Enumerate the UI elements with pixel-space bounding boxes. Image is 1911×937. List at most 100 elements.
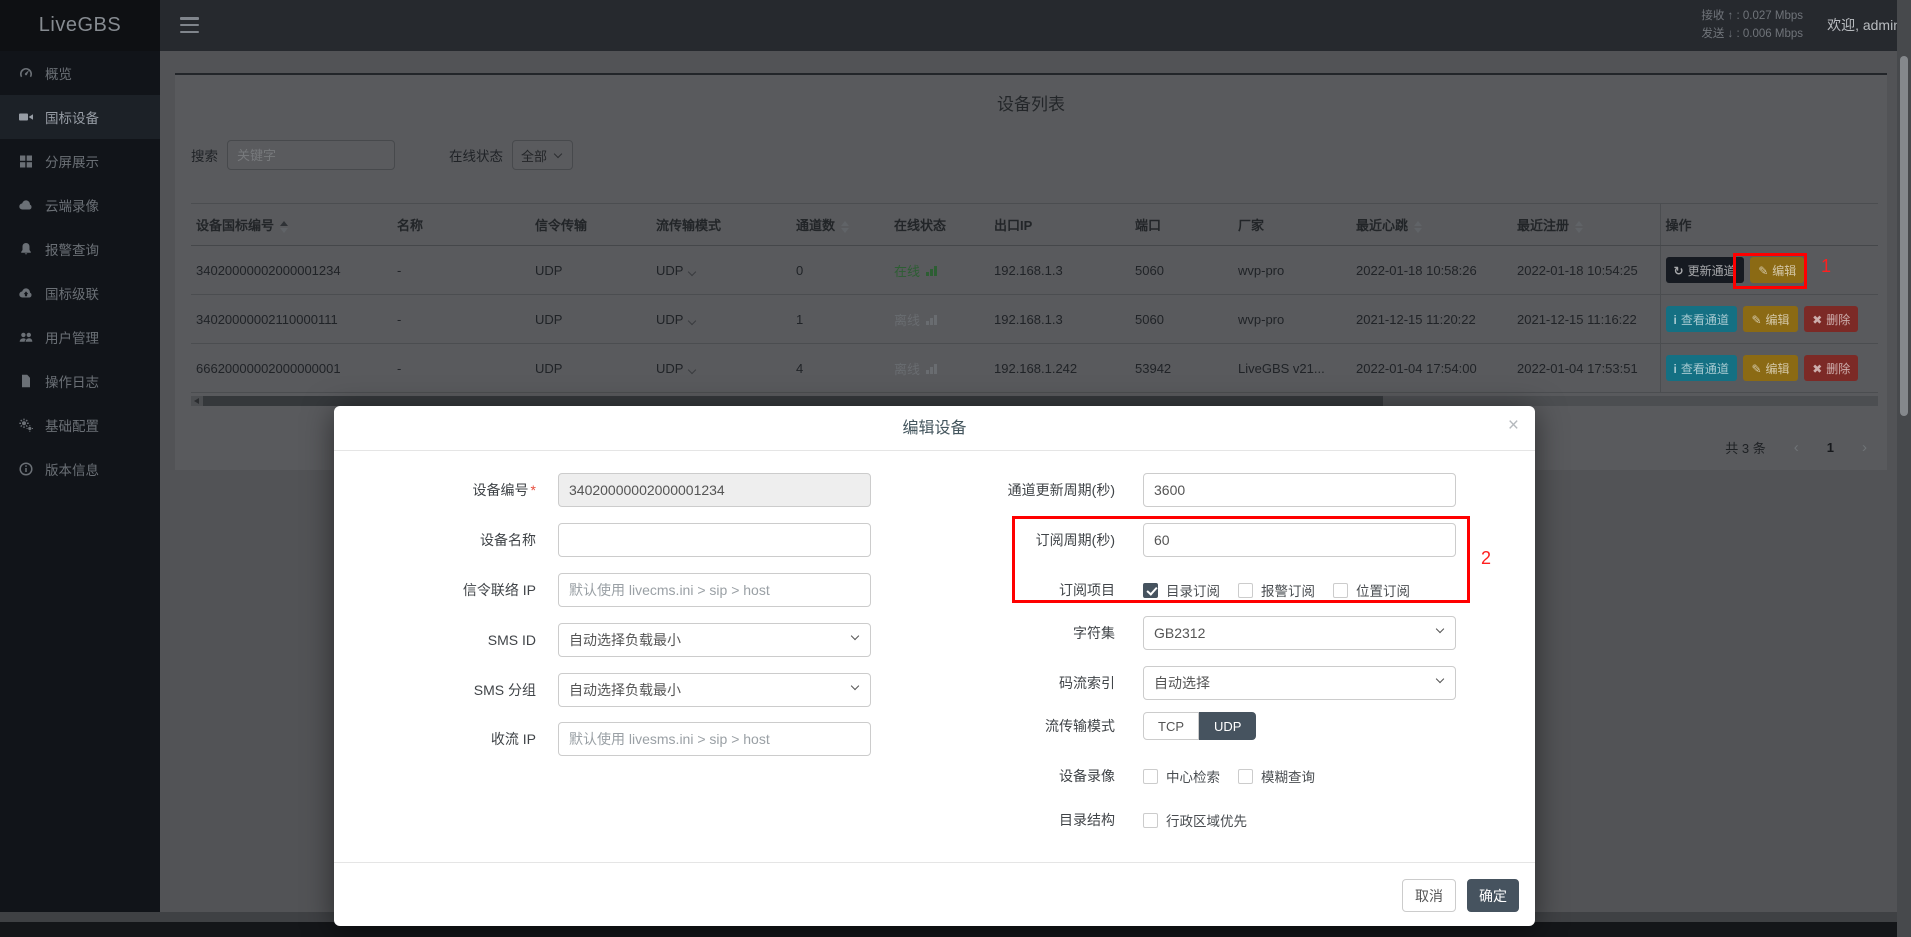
field-stream-index: 码流索引 自动选择 <box>814 666 1456 700</box>
fuzzy-query-checkbox[interactable] <box>1238 769 1253 784</box>
search-input[interactable] <box>227 140 395 170</box>
col-port: 端口 <box>1130 204 1233 246</box>
sidebar-item-split-screen[interactable]: 分屏展示 <box>0 139 160 183</box>
net-recv: 接收 ↑ : 0.027 Mbps <box>1701 7 1803 25</box>
sidebar-item-alarm-query[interactable]: 报警查询 <box>0 227 160 271</box>
cell-name: - <box>392 344 530 393</box>
field-stream-mode: 流传输模式 TCP UDP <box>814 709 1256 743</box>
cell-vendor: wvp-pro <box>1233 246 1351 295</box>
pagination: 共 3 条 ‹ 1 › <box>1725 438 1867 457</box>
charset-select[interactable]: GB2312 <box>1143 616 1456 650</box>
app-window: LiveGBS 接收 ↑ : 0.027 Mbps 发送 ↓ : 0.006 M… <box>0 0 1911 937</box>
edit-device-modal: 编辑设备 × 设备编号* 设备名称 信令联络 IP SMS ID 自动选择负载最… <box>334 406 1535 926</box>
hamburger-menu-icon[interactable] <box>180 17 199 33</box>
refresh-channels-button[interactable]: ↻更新通道 <box>1666 257 1744 283</box>
col-channels[interactable]: 通道数 <box>791 204 889 246</box>
field-dir-structure: 目录结构 行政区域优先 <box>814 803 1265 837</box>
welcome-user[interactable]: 欢迎, admin <box>1827 15 1901 35</box>
edit-button[interactable]: ✎编辑 <box>1743 355 1797 381</box>
delete-button[interactable]: ✖删除 <box>1804 306 1858 332</box>
edit-icon: ✎ <box>1751 313 1761 327</box>
close-icon[interactable]: × <box>1508 416 1519 435</box>
net-send: 发送 ↓ : 0.006 Mbps <box>1701 25 1803 43</box>
chevron-down-icon <box>1436 625 1444 633</box>
sort-icon <box>1575 221 1583 233</box>
cell-ip: 192.168.1.242 <box>989 344 1130 393</box>
edit-button[interactable]: ✎编辑 <box>1750 257 1804 283</box>
sidebar-item-user-management[interactable]: 用户管理 <box>0 315 160 359</box>
scrollbar-thumb[interactable] <box>1900 56 1908 416</box>
cell-channels: 4 <box>791 344 889 393</box>
stream-index-select[interactable]: 自动选择 <box>1143 666 1456 700</box>
network-stats: 接收 ↑ : 0.027 Mbps 发送 ↓ : 0.006 Mbps <box>1701 7 1803 43</box>
cell-heartbeat: 2021-12-15 11:20:22 <box>1351 295 1512 344</box>
cell-port: 53942 <box>1130 344 1233 393</box>
cell-channels: 0 <box>791 246 889 295</box>
cell-heartbeat: 2022-01-04 17:54:00 <box>1351 344 1512 393</box>
chevron-down-icon <box>688 267 696 275</box>
sidebar-item-cloud-record[interactable]: 云端录像 <box>0 183 160 227</box>
scrollbar-thumb[interactable] <box>203 396 1383 406</box>
tcp-toggle-button[interactable]: TCP <box>1143 712 1199 740</box>
online-status-select[interactable]: 全部 <box>512 140 573 170</box>
col-stream-mode: 流传输模式 <box>651 204 791 246</box>
arrow-down-icon: ↓ <box>1728 28 1734 40</box>
sidebar-item-overview[interactable]: 概览 <box>0 51 160 95</box>
cell-stream-mode[interactable]: UDP <box>651 246 791 295</box>
sort-icon <box>280 221 288 233</box>
delete-icon: ✖ <box>1812 362 1822 376</box>
ok-button[interactable]: 确定 <box>1467 879 1519 912</box>
sidebar-item-gb-cascade[interactable]: 国标级联 <box>0 271 160 315</box>
page-scrollbar[interactable] <box>1897 0 1911 937</box>
field-sms-group: SMS 分组 自动选择负载最小 <box>356 673 871 707</box>
chart-bars-icon <box>926 266 938 276</box>
info-icon: i <box>1674 362 1677 376</box>
cell-stream-mode[interactable]: UDP <box>651 344 791 393</box>
next-page-icon[interactable]: › <box>1862 439 1867 456</box>
position-subscribe-checkbox[interactable] <box>1333 583 1348 598</box>
topbar: 接收 ↑ : 0.027 Mbps 发送 ↓ : 0.006 Mbps 欢迎, … <box>160 0 1911 51</box>
catalog-subscribe-checkbox[interactable] <box>1143 583 1158 598</box>
chart-bars-icon <box>926 364 938 374</box>
field-subscribe-items: 订阅项目 目录订阅 报警订阅 位置订阅 <box>814 573 1428 607</box>
channel-refresh-input[interactable] <box>1143 473 1456 507</box>
center-search-checkbox[interactable] <box>1143 769 1158 784</box>
scroll-left-arrow-icon[interactable] <box>194 398 199 404</box>
page-title: 设备列表 <box>175 90 1887 115</box>
admin-region-priority-checkbox[interactable] <box>1143 813 1158 828</box>
file-icon <box>18 373 34 389</box>
cell-device-id: 66620000002000000001 <box>191 344 392 393</box>
col-device-id[interactable]: 设备国标编号 <box>191 204 392 246</box>
edit-icon: ✎ <box>1758 264 1768 278</box>
sort-icon <box>841 221 849 233</box>
sidebar-item-version-info[interactable]: 版本信息 <box>0 447 160 491</box>
col-online-status: 在线状态 <box>889 204 989 246</box>
horizontal-scrollbar[interactable] <box>191 396 1878 406</box>
chevron-down-icon <box>688 316 696 324</box>
subscribe-period-input[interactable] <box>1143 523 1456 557</box>
prev-page-icon[interactable]: ‹ <box>1794 439 1799 456</box>
cell-registered: 2021-12-15 11:16:22 <box>1512 295 1660 344</box>
delete-button[interactable]: ✖删除 <box>1804 355 1858 381</box>
sidebar-item-operation-log[interactable]: 操作日志 <box>0 359 160 403</box>
udp-toggle-button[interactable]: UDP <box>1199 712 1256 740</box>
alarm-subscribe-checkbox[interactable] <box>1238 583 1253 598</box>
view-channels-button[interactable]: i查看通道 <box>1666 355 1737 381</box>
col-registered[interactable]: 最近注册 <box>1512 204 1660 246</box>
sidebar: 概览 国标设备 分屏展示 云端录像 报警查询 国标级联 用户管理 操作日志 <box>0 51 160 937</box>
cell-stream-mode[interactable]: UDP <box>651 295 791 344</box>
edit-button[interactable]: ✎编辑 <box>1743 306 1797 332</box>
col-heartbeat[interactable]: 最近心跳 <box>1351 204 1512 246</box>
view-channels-button[interactable]: i查看通道 <box>1666 306 1737 332</box>
cloud-upload-icon <box>18 285 34 301</box>
sidebar-item-gb-devices[interactable]: 国标设备 <box>0 95 160 139</box>
toolbar: 搜索 在线状态 全部 <box>191 140 573 170</box>
gears-icon <box>18 417 34 433</box>
cell-online-status[interactable]: 在线 <box>889 246 989 295</box>
modal-footer: 取消 确定 <box>334 862 1535 926</box>
brand-text: LiveGBS <box>39 14 121 37</box>
sidebar-item-basic-config[interactable]: 基础配置 <box>0 403 160 447</box>
current-page[interactable]: 1 <box>1827 440 1834 455</box>
cancel-button[interactable]: 取消 <box>1402 879 1456 912</box>
field-device-name: 设备名称 <box>356 523 871 557</box>
